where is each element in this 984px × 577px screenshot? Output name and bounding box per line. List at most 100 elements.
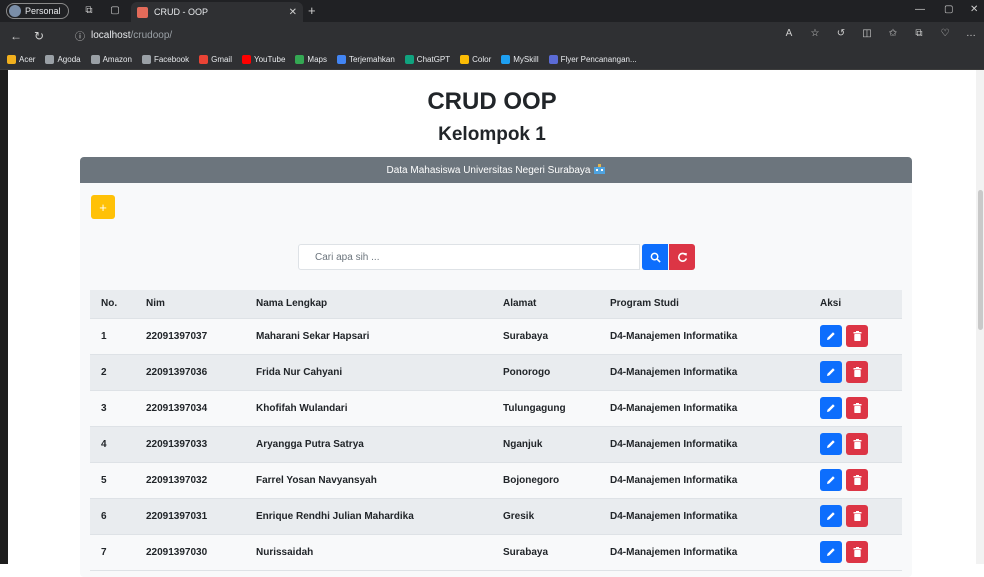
bookmark-label: ChatGPT: [416, 55, 451, 64]
cell-prodi: D4-Manajemen Informatika: [599, 462, 809, 499]
cell-prodi: D4-Manajemen Informatika: [599, 534, 809, 571]
bookmark-item[interactable]: Facebook: [141, 55, 190, 64]
bookmark-item[interactable]: Color: [460, 55, 491, 64]
bookmark-label: Facebook: [153, 55, 190, 64]
tab-crud-oop[interactable]: CRUD - OOP ✕: [131, 2, 303, 22]
edit-button[interactable]: [820, 469, 842, 491]
search-button[interactable]: [642, 244, 668, 270]
close-window-icon[interactable]: ✕: [970, 4, 978, 15]
delete-button[interactable]: [846, 469, 868, 491]
col-alamat: Alamat: [492, 290, 599, 319]
row-actions: [820, 397, 891, 419]
bookmark-label: Color: [472, 55, 492, 64]
refresh-page-icon[interactable]: ↺: [834, 28, 848, 39]
cell-alamat: Bojonegoro: [492, 462, 599, 499]
bookmark-icon: [199, 55, 209, 64]
bookmark-icon: [501, 55, 511, 64]
edit-button[interactable]: [820, 361, 842, 383]
edit-button[interactable]: [820, 397, 842, 419]
bookmark-item[interactable]: Flyer Pencanangan...: [548, 55, 637, 64]
browser-tab-bar: Personal ⧉ ▢ CRUD - OOP ✕ + — ▢ ✕: [0, 0, 984, 22]
bookmark-item[interactable]: Terjemahkan: [336, 55, 395, 64]
search-form: [298, 244, 696, 270]
data-card: Data Mahasiswa Universitas Negeri Suraba…: [80, 157, 912, 577]
bookmark-item[interactable]: Acer: [7, 55, 35, 64]
close-tab-icon[interactable]: ✕: [289, 7, 297, 18]
delete-button[interactable]: [846, 397, 868, 419]
bookmark-item[interactable]: MySkill: [501, 55, 539, 64]
delete-button[interactable]: [846, 541, 868, 563]
cell-nim: 22091397030: [135, 534, 245, 571]
address-bar[interactable]: ⓘ localhost/crudoop/: [75, 26, 595, 45]
bookmark-item[interactable]: ChatGPT: [404, 55, 451, 64]
bookmark-item[interactable]: Gmail: [199, 55, 232, 64]
bookmark-item[interactable]: YouTube: [241, 55, 286, 64]
cell-nim: 22091397036: [135, 354, 245, 391]
bookmark-icon: [460, 55, 470, 64]
read-aloud-icon[interactable]: A: [782, 28, 796, 39]
delete-button[interactable]: [846, 433, 868, 455]
trash-icon: [853, 403, 861, 413]
col-prodi: Program Studi: [599, 290, 809, 319]
page-subtitle: Kelompok 1: [438, 124, 546, 145]
cell-prodi: D4-Manajemen Informatika: [599, 426, 809, 463]
col-nama: Nama Lengkap: [245, 290, 492, 319]
back-icon[interactable]: ←: [10, 29, 22, 43]
delete-button[interactable]: [846, 361, 868, 383]
collections-icon[interactable]: ⧉: [912, 28, 926, 39]
bookmark-icon: [336, 55, 346, 64]
scrollbar[interactable]: [976, 70, 984, 564]
cell-prodi: D4-Manajemen Informatika: [599, 318, 809, 355]
student-table: No. Nim Nama Lengkap Alamat Program Stud…: [90, 290, 902, 571]
bookmark-icon: [90, 55, 100, 64]
profile-button[interactable]: Personal: [6, 3, 69, 19]
trash-icon: [853, 547, 861, 557]
maximize-icon[interactable]: ▢: [944, 4, 953, 15]
extensions-icon[interactable]: ♡: [938, 28, 952, 39]
pencil-icon: [827, 548, 835, 556]
bookmark-label: Terjemahkan: [348, 55, 395, 64]
school-building-icon: [594, 163, 606, 177]
edit-button[interactable]: [820, 433, 842, 455]
reset-search-button[interactable]: [669, 244, 695, 270]
edit-button[interactable]: [820, 541, 842, 563]
search-input[interactable]: [298, 244, 640, 270]
row-actions: [820, 361, 891, 383]
cell-aksi: [809, 318, 902, 355]
bookmark-item[interactable]: Maps: [295, 55, 327, 64]
edit-button[interactable]: [820, 505, 842, 527]
bookmark-label: Maps: [307, 55, 327, 64]
bookmark-item[interactable]: Amazon: [90, 55, 132, 64]
favorites-icon[interactable]: ✩: [886, 28, 900, 39]
favorite-star-icon[interactable]: ☆: [808, 28, 822, 39]
delete-button[interactable]: [846, 505, 868, 527]
new-tab-icon[interactable]: +: [308, 3, 316, 18]
row-actions: [820, 469, 891, 491]
scrollbar-thumb[interactable]: [978, 190, 983, 330]
workspaces-icon[interactable]: ⧉: [82, 4, 96, 18]
pencil-icon: [827, 404, 835, 412]
bookmark-label: YouTube: [253, 55, 286, 64]
more-menu-icon[interactable]: …: [964, 28, 978, 39]
table-row: 3 22091397034 Khofifah Wulandari Tulungagun…: [90, 390, 902, 427]
cell-nim: 22091397031: [135, 498, 245, 535]
cell-no: 6: [90, 498, 135, 535]
delete-button[interactable]: [846, 325, 868, 347]
tab-actions-icon[interactable]: ▢: [108, 4, 122, 18]
bookmark-label: Acer: [19, 55, 36, 64]
bookmark-item[interactable]: Agoda: [45, 55, 81, 64]
search-icon: [650, 252, 661, 263]
bookmark-icon: [295, 55, 305, 64]
table-row: 1 22091397037 Maharani Sekar Hapsari Suraba…: [90, 318, 902, 355]
split-screen-icon[interactable]: ◫: [860, 28, 874, 39]
cell-alamat: Tulungagung: [492, 390, 599, 427]
address-bar-row: ← ↻ ⓘ localhost/crudoop/ A ☆ ↺ ◫ ✩ ⧉ ♡ …: [0, 22, 984, 50]
bookmark-label: Agoda: [57, 55, 81, 64]
add-data-button[interactable]: +: [91, 195, 115, 219]
site-info-icon[interactable]: ⓘ: [75, 28, 85, 43]
card-header: Data Mahasiswa Universitas Negeri Suraba…: [80, 157, 912, 183]
refresh-icon[interactable]: ↻: [34, 29, 44, 43]
edit-button[interactable]: [820, 325, 842, 347]
trash-icon: [853, 439, 861, 449]
minimize-icon[interactable]: —: [915, 4, 925, 15]
